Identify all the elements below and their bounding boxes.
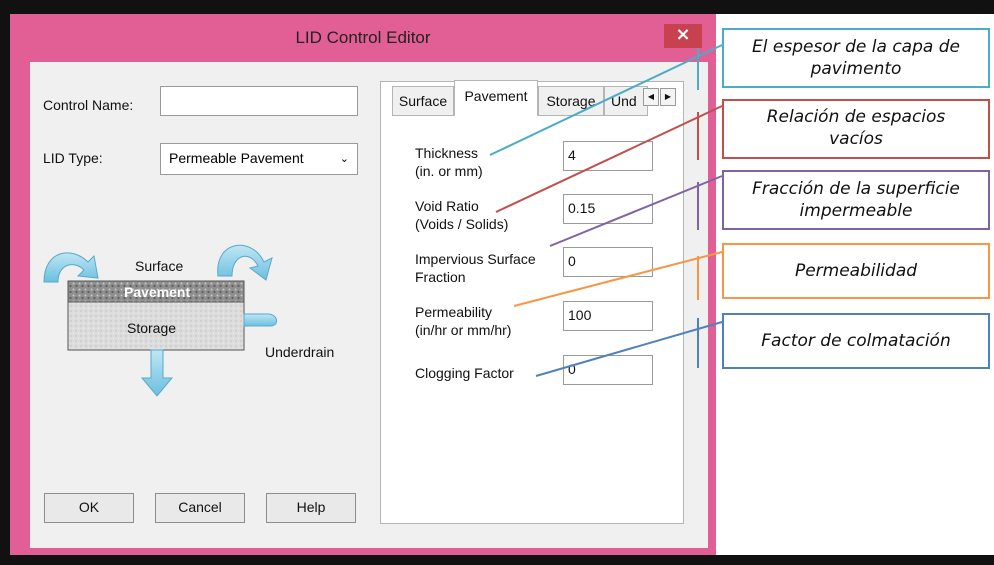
tab-scroll-left-button[interactable]: ◀ — [643, 88, 659, 106]
tab-storage[interactable]: Storage — [538, 86, 604, 116]
callout-thickness: El espesor de la capa de pavimento — [722, 28, 990, 88]
tab-underdrain[interactable]: Und — [604, 86, 648, 116]
tab-surface[interactable]: Surface — [392, 86, 454, 116]
close-icon: × — [675, 24, 691, 45]
callout-void-ratio: Relación de espacios vacíos — [722, 99, 990, 159]
control-name-input[interactable] — [160, 86, 358, 116]
lid-type-select[interactable]: Permeable Pavement ⌄ — [160, 143, 358, 175]
control-name-label: Control Name: — [43, 97, 134, 113]
permeability-input[interactable]: 100 — [563, 301, 653, 331]
callout-impervious-fraction: Fracción de la superficie impermeable — [722, 170, 990, 230]
chevron-down-icon: ⌄ — [339, 153, 349, 165]
callout-clogging-factor: Factor de colmatación — [722, 313, 990, 369]
window-title: LID Control Editor — [295, 28, 431, 47]
clogging-factor-input[interactable]: 0 — [563, 355, 653, 385]
title-bar[interactable]: LID Control Editor × — [10, 14, 716, 62]
void-ratio-input[interactable]: 0.15 — [563, 194, 653, 224]
tab-scroll-right-button[interactable]: ▶ — [660, 88, 676, 106]
arrow-left-icon: ◀ — [647, 92, 655, 101]
clogging-factor-label: Clogging Factor — [415, 365, 514, 381]
thickness-input[interactable]: 4 — [563, 141, 653, 171]
ok-button[interactable]: OK — [44, 493, 134, 523]
impervious-fraction-label: Impervious Surface Fraction — [415, 251, 536, 285]
underdrain-label: Underdrain — [265, 344, 335, 360]
close-button[interactable]: × — [664, 24, 702, 48]
surface-label: Surface — [135, 258, 184, 274]
top-dark-band — [0, 0, 994, 14]
lid-type-label: LID Type: — [43, 150, 103, 166]
cancel-button[interactable]: Cancel — [155, 493, 245, 523]
tab-pavement[interactable]: Pavement — [454, 80, 538, 116]
help-button[interactable]: Help — [266, 493, 356, 523]
left-dark-edge — [0, 0, 10, 565]
arrow-right-icon: ▶ — [664, 92, 672, 101]
storage-label: Storage — [127, 320, 177, 336]
void-ratio-label: Void Ratio (Voids / Solids) — [415, 198, 509, 232]
bottom-dark-edge — [0, 555, 994, 565]
impervious-fraction-input[interactable]: 0 — [563, 247, 653, 277]
permeability-label: Permeability (in/hr or mm/hr) — [415, 304, 512, 338]
pavement-label: Pavement — [124, 284, 191, 300]
thickness-label: Thickness (in. or mm) — [415, 145, 483, 179]
lid-type-selected-value: Permeable Pavement — [169, 150, 304, 166]
callout-permeability: Permeabilidad — [722, 243, 990, 299]
